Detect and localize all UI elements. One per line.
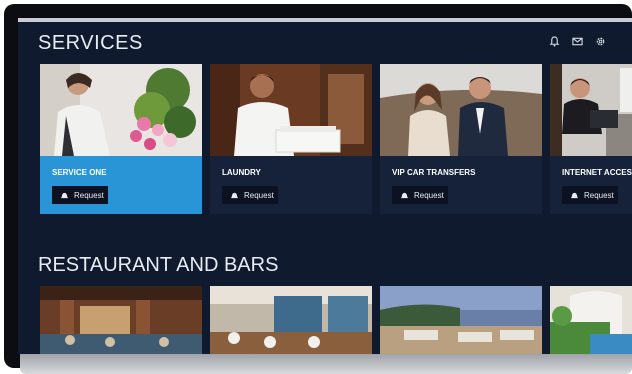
header-icons: [549, 36, 606, 47]
page-title: SERVICES: [38, 32, 143, 54]
request-button[interactable]: Request: [392, 186, 448, 204]
service-label: VIP CAR TRANSFERS: [392, 168, 476, 177]
browser-strip: [18, 18, 632, 22]
service-card[interactable]: LAUNDRY Request: [210, 64, 372, 214]
app-screen: SERVICES SERVICE ONE Request LAUNDRY Req…: [18, 18, 632, 354]
section-title-restaurants: RESTAURANT AND BARS: [38, 254, 279, 276]
service-card[interactable]: INTERNET ACCESS Request: [550, 64, 632, 214]
restaurant-photo[interactable]: [550, 286, 632, 354]
request-label: Request: [244, 190, 274, 200]
bell-service-icon: [571, 192, 578, 198]
bell-icon[interactable]: [549, 36, 560, 47]
bell-service-icon: [401, 192, 408, 198]
restaurant-photo[interactable]: [380, 286, 542, 354]
service-card[interactable]: VIP CAR TRANSFERS Request: [380, 64, 542, 214]
bell-service-icon: [61, 192, 68, 198]
service-cards: SERVICE ONE Request LAUNDRY Request VIP …: [40, 64, 632, 214]
restaurant-photo[interactable]: [40, 286, 202, 354]
request-label: Request: [414, 190, 444, 200]
service-card[interactable]: SERVICE ONE Request: [40, 64, 202, 214]
restaurant-photo[interactable]: [210, 286, 372, 354]
service-photo-internet: [550, 64, 632, 156]
request-button[interactable]: Request: [222, 186, 278, 204]
request-label: Request: [584, 190, 614, 200]
restaurant-cards: [40, 286, 632, 354]
service-photo-laundry: [210, 64, 372, 156]
service-label: LAUNDRY: [222, 168, 261, 177]
bell-service-icon: [231, 192, 238, 198]
service-photo-florist: [40, 64, 202, 156]
mail-icon[interactable]: [572, 36, 583, 47]
service-label: SERVICE ONE: [52, 168, 107, 177]
device-base: [20, 352, 632, 374]
service-label: INTERNET ACCESS: [562, 168, 632, 177]
service-photo-car: [380, 64, 542, 156]
request-button[interactable]: Request: [562, 186, 618, 204]
request-label: Request: [74, 190, 104, 200]
request-button[interactable]: Request: [52, 186, 108, 204]
gear-icon[interactable]: [595, 36, 606, 47]
